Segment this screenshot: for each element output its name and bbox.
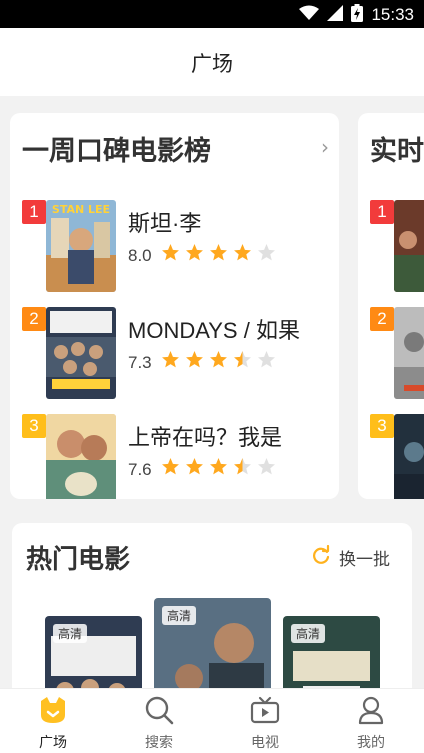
rank-card-weekly[interactable]: 一周口碑电影榜 › STAN LEE 1 斯坦·李 8.0 2 MONDAYS … <box>10 113 339 499</box>
movie-poster[interactable]: STAN LEE <box>46 200 116 292</box>
star-full-icon <box>186 458 203 475</box>
content-scroll[interactable]: 一周口碑电影榜 › STAN LEE 1 斯坦·李 8.0 2 MONDAYS … <box>0 96 424 688</box>
tab-label: 搜索 <box>145 735 173 751</box>
rank-item[interactable]: 2 <box>358 307 424 401</box>
movie-score: 7.3 <box>128 353 152 372</box>
hot-movie-poster[interactable]: 高清 <box>45 616 142 688</box>
hot-movie-poster[interactable]: 高清 <box>283 616 380 688</box>
rank-badge: 1 <box>370 200 394 224</box>
rank-badge: 3 <box>22 414 46 438</box>
star-full-icon <box>186 244 203 261</box>
star-full-icon <box>162 458 179 475</box>
svg-text:STAN LEE: STAN LEE <box>52 203 110 216</box>
star-full-icon <box>210 458 227 475</box>
star-full-icon <box>162 351 179 368</box>
profile-icon <box>356 695 386 725</box>
star-full-icon <box>234 244 251 261</box>
star-rating <box>160 243 277 262</box>
page-title: 广场 <box>191 52 233 76</box>
movie-poster[interactable] <box>394 200 424 292</box>
tab-profile[interactable]: 我的 <box>318 689 424 753</box>
search-icon <box>144 695 174 725</box>
refresh-button[interactable]: 换一批 <box>311 544 390 570</box>
rank-badge: 2 <box>22 307 46 331</box>
movie-score: 8.0 <box>128 246 152 265</box>
tab-label: 我的 <box>357 735 385 751</box>
star-full-icon <box>210 244 227 261</box>
rank-item[interactable]: 2 MONDAYS / 如果 7.3 <box>10 307 339 401</box>
rank-card-realtime[interactable]: 实时 1 2 3 <box>358 113 424 499</box>
star-half-icon <box>234 351 251 368</box>
rank-badge: 3 <box>370 414 394 438</box>
rank-card-title: 一周口碑电影榜 <box>22 136 211 167</box>
rank-badge: 1 <box>22 200 46 224</box>
movie-score: 7.6 <box>128 460 152 479</box>
rank-item[interactable]: 3 <box>358 414 424 499</box>
rank-item[interactable]: 3 上帝在吗？我是 7.6 <box>10 414 339 499</box>
tab-search[interactable]: 搜索 <box>106 689 212 753</box>
hot-movie-poster[interactable]: 高清 <box>154 598 271 688</box>
movie-poster[interactable] <box>46 414 116 499</box>
status-bar: 15:33 <box>0 0 424 28</box>
star-empty-icon <box>258 351 275 368</box>
hot-movies-card: 热门电影 换一批 高清 高清 高清 <box>12 523 412 688</box>
star-empty-icon <box>258 458 275 475</box>
star-rating <box>160 350 277 369</box>
app-header: 广场 <box>0 28 424 96</box>
movie-name: MONDAYS / 如果 <box>128 318 300 343</box>
tab-tv[interactable]: 电视 <box>212 689 318 753</box>
tab-label: 电视 <box>251 735 279 751</box>
movie-poster[interactable] <box>46 307 116 399</box>
star-half-icon <box>234 458 251 475</box>
bottom-tab-bar: 广场 搜索 电视 我的 <box>0 688 424 753</box>
rank-badge: 2 <box>370 307 394 331</box>
star-full-icon <box>210 351 227 368</box>
star-rating <box>160 457 277 476</box>
rank-item[interactable]: STAN LEE 1 斯坦·李 8.0 <box>10 200 339 294</box>
home-icon <box>38 695 68 725</box>
movie-poster[interactable] <box>394 414 424 499</box>
signal-icon <box>327 5 344 25</box>
rank-card-title: 实时 <box>370 136 424 167</box>
movie-name: 上帝在吗？我是 <box>128 425 283 450</box>
hot-movies-title: 热门电影 <box>26 545 131 575</box>
movie-name: 斯坦·李 <box>128 211 202 236</box>
star-full-icon <box>162 244 179 261</box>
battery-icon <box>351 4 364 26</box>
hd-tag: 高清 <box>162 606 197 625</box>
movie-poster[interactable] <box>394 307 424 399</box>
tab-label: 广场 <box>39 735 67 751</box>
hd-tag: 高清 <box>291 624 326 643</box>
chevron-right-icon[interactable]: › <box>321 135 329 159</box>
tab-home[interactable]: 广场 <box>0 689 106 753</box>
star-empty-icon <box>258 244 275 261</box>
rank-item[interactable]: 1 <box>358 200 424 294</box>
hd-tag: 高清 <box>53 624 88 643</box>
status-time: 15:33 <box>371 5 414 24</box>
tv-icon <box>250 695 280 725</box>
refresh-icon <box>311 544 331 570</box>
refresh-label: 换一批 <box>339 550 390 570</box>
star-full-icon <box>186 351 203 368</box>
wifi-icon <box>299 5 320 25</box>
